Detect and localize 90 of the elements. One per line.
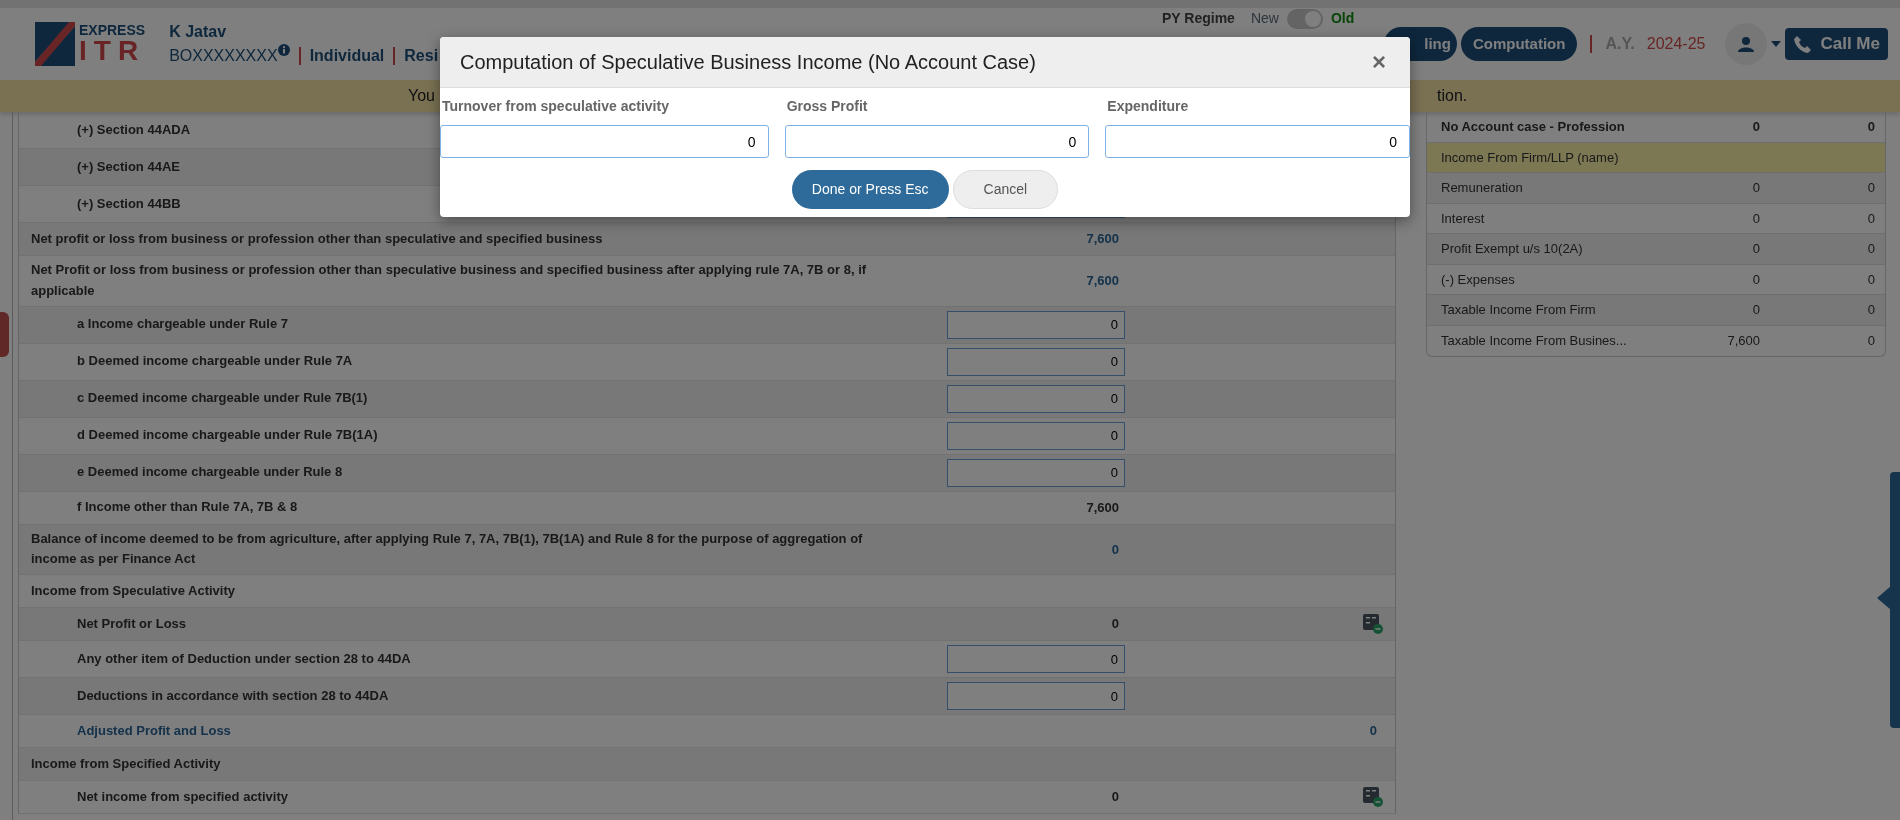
row-value: 0 <box>1111 540 1120 559</box>
row-value: 0 <box>1866 240 1875 258</box>
regime-option[interactable]: Old <box>1330 11 1355 27</box>
banner-text: tion. <box>1437 86 1468 106</box>
regime-option[interactable]: New <box>1250 11 1279 27</box>
calculator-icon[interactable] <box>1363 787 1383 808</box>
amount-input[interactable]: 0 <box>440 125 769 158</box>
row-label: (-) Expenses <box>1441 270 1516 289</box>
row-label: Income from Specified Activity <box>30 754 222 773</box>
row-label: Profit Exempt u/s 10(2A) <box>1441 240 1584 258</box>
row-label: (+) Section 44AE <box>76 157 181 176</box>
calculator-icon[interactable] <box>1363 614 1383 635</box>
row-value: 7,600 <box>1086 272 1120 291</box>
phone-icon <box>1793 34 1813 54</box>
row-label: e Deemed income chargeable under Rule 8 <box>76 463 344 482</box>
taxpayer-category[interactable]: Individual <box>309 44 385 68</box>
row-label: c Deemed income chargeable under Rule 7B(1) <box>76 389 369 408</box>
row-value: 0 <box>1751 301 1760 319</box>
pan-number: BOXXXXXXXX <box>169 46 278 66</box>
row-value: 0 <box>1111 788 1120 807</box>
regime-toggle[interactable] <box>1286 9 1323 29</box>
row-label: Income from Speculative Activity <box>30 581 236 600</box>
row-value: 0 <box>1751 209 1760 228</box>
row-value: 0 <box>1751 270 1760 289</box>
cancel-button[interactable]: Cancel <box>952 170 1059 209</box>
row-label: (+) Section 44ADA <box>76 120 192 139</box>
row-label: Balance of income deemed to be from agriculture, after applying Rule 7, 7A, 7B(1), 7B(1A) and Rule 8 for the purpose of aggregation of income as per Finance Act <box>30 529 864 569</box>
logo-text: ITR <box>79 37 146 65</box>
call-me-button[interactable]: Call Me <box>1785 28 1888 60</box>
row-label: f Income other than Rule 7A, 7B & 8 <box>76 498 299 517</box>
handle-arrow-icon <box>1877 586 1891 610</box>
amount-input[interactable]: 0 <box>947 458 1125 487</box>
row-value: 0 <box>1751 179 1760 197</box>
amount-input[interactable]: 0 <box>947 347 1125 376</box>
row-value: 0 <box>1111 615 1120 634</box>
nav-pill-button[interactable]: Computation <box>1460 26 1578 62</box>
dialog-title: Computation of Speculative Business Income (No Account Case) <box>460 50 1036 75</box>
row-label: Taxable Income From Firm <box>1441 301 1597 319</box>
row-label: a Income chargeable under Rule 7 <box>76 315 289 334</box>
side-tab[interactable] <box>0 312 9 357</box>
row-value: 0 <box>1866 209 1875 228</box>
row-label: Any other item of Deduction under section 28 to 44DA <box>76 649 412 668</box>
row-value: 0 <box>1866 331 1875 350</box>
row-label: Income From Firm/LLP (name) <box>1441 148 1620 167</box>
done-button[interactable]: Done or Press Esc <box>791 170 949 209</box>
row-value: 0 <box>1369 722 1378 741</box>
amount-input[interactable]: 0 <box>784 125 1090 158</box>
row-label: Net Profit or loss from business or profession other than speculative business and specified business after applying rule 7A, 7B or 8, if applicable <box>30 261 868 300</box>
row-label: Net income from specified activity <box>76 787 289 806</box>
logo-text: EXPRESS <box>79 23 146 37</box>
logo-icon <box>35 22 75 66</box>
row-label: No Account case - Profession <box>1441 118 1626 136</box>
row-label: b Deemed income chargeable under Rule 7A <box>76 352 354 371</box>
row-label: Net Profit or Loss <box>76 614 188 633</box>
amount-input[interactable]: 0 <box>947 421 1125 450</box>
amount-input[interactable]: 0 <box>947 384 1125 413</box>
user-avatar[interactable] <box>1725 23 1768 65</box>
row-label: Interest <box>1441 209 1486 228</box>
banner-text: You <box>408 86 435 106</box>
row-label: Adjusted Profit and Loss <box>76 721 232 740</box>
row-value: 0 <box>1866 179 1875 197</box>
row-value: 7,600 <box>1086 498 1120 517</box>
amount-input[interactable]: 0 <box>947 310 1125 339</box>
row-value: 7,600 <box>1086 230 1120 249</box>
regime-label: PY Regime <box>1162 11 1235 27</box>
assessment-year[interactable]: 2024-25 <box>1646 32 1706 56</box>
amount-input[interactable]: 0 <box>947 645 1125 674</box>
field-label: Gross Profit <box>785 97 869 116</box>
row-value: 7,600 <box>1726 331 1760 350</box>
row-label: Net profit or loss from business or profession other than speculative and specified business <box>30 229 604 248</box>
side-panel-handle[interactable] <box>1890 472 1900 728</box>
field-label: Expenditure <box>1106 97 1190 116</box>
row-value: 0 <box>1866 301 1875 319</box>
residency-status[interactable]: Resi <box>404 44 439 68</box>
caret-icon <box>1771 41 1782 47</box>
row-label: Remuneration <box>1441 179 1524 197</box>
row-value: 0 <box>1751 240 1760 258</box>
row-label: d Deemed income chargeable under Rule 7B(1A) <box>76 426 379 445</box>
info-icon <box>277 44 290 56</box>
field-label: Turnover from speculative activity <box>441 97 670 116</box>
row-value: 0 <box>1751 118 1760 136</box>
person-icon <box>1738 36 1755 52</box>
row-value: 0 <box>1866 118 1875 136</box>
user-name: K Jatav <box>169 22 228 42</box>
row-value: 0 <box>1866 270 1875 289</box>
row-label: Deductions in accordance with section 28 to 44DA <box>76 686 390 705</box>
row-label: (+) Section 44BB <box>76 194 182 213</box>
row-label: Taxable Income From Busines... <box>1441 331 1628 350</box>
amount-input[interactable]: 0 <box>1105 125 1410 158</box>
amount-input[interactable]: 0 <box>947 682 1125 711</box>
